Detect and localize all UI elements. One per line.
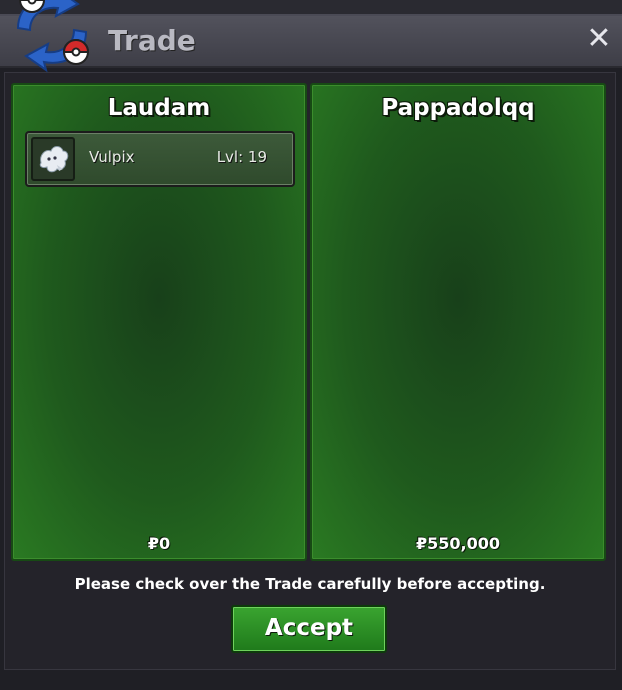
- vulpix-sprite-icon: [31, 137, 75, 181]
- window-title: Trade: [108, 24, 196, 57]
- item-name: Vulpix: [89, 148, 135, 166]
- trade-item-slot[interactable]: Vulpix Lvl: 19: [25, 131, 295, 187]
- trade-window: Trade ✕ Laudam Vulpix Lvl: 19 ₽0 Pappado…: [0, 14, 622, 690]
- money-amount: ₽0: [147, 534, 171, 553]
- player-name: Laudam: [107, 95, 211, 121]
- money-amount: ₽550,000: [415, 534, 500, 553]
- player-panel-laudam: Laudam Vulpix Lvl: 19 ₽0: [11, 83, 307, 561]
- trade-notice: Please check over the Trade carefully be…: [74, 575, 546, 593]
- item-level: Lvl: 19: [216, 148, 267, 166]
- trade-swap-icon: [16, 0, 90, 73]
- accept-button[interactable]: Accept: [231, 605, 387, 653]
- player-panel-pappadolqq: Pappadolqq ₽550,000: [310, 83, 606, 561]
- trade-content: Laudam Vulpix Lvl: 19 ₽0 Pappadolqq ₽550…: [4, 72, 616, 670]
- player-name: Pappadolqq: [381, 95, 535, 121]
- close-icon[interactable]: ✕: [584, 24, 614, 54]
